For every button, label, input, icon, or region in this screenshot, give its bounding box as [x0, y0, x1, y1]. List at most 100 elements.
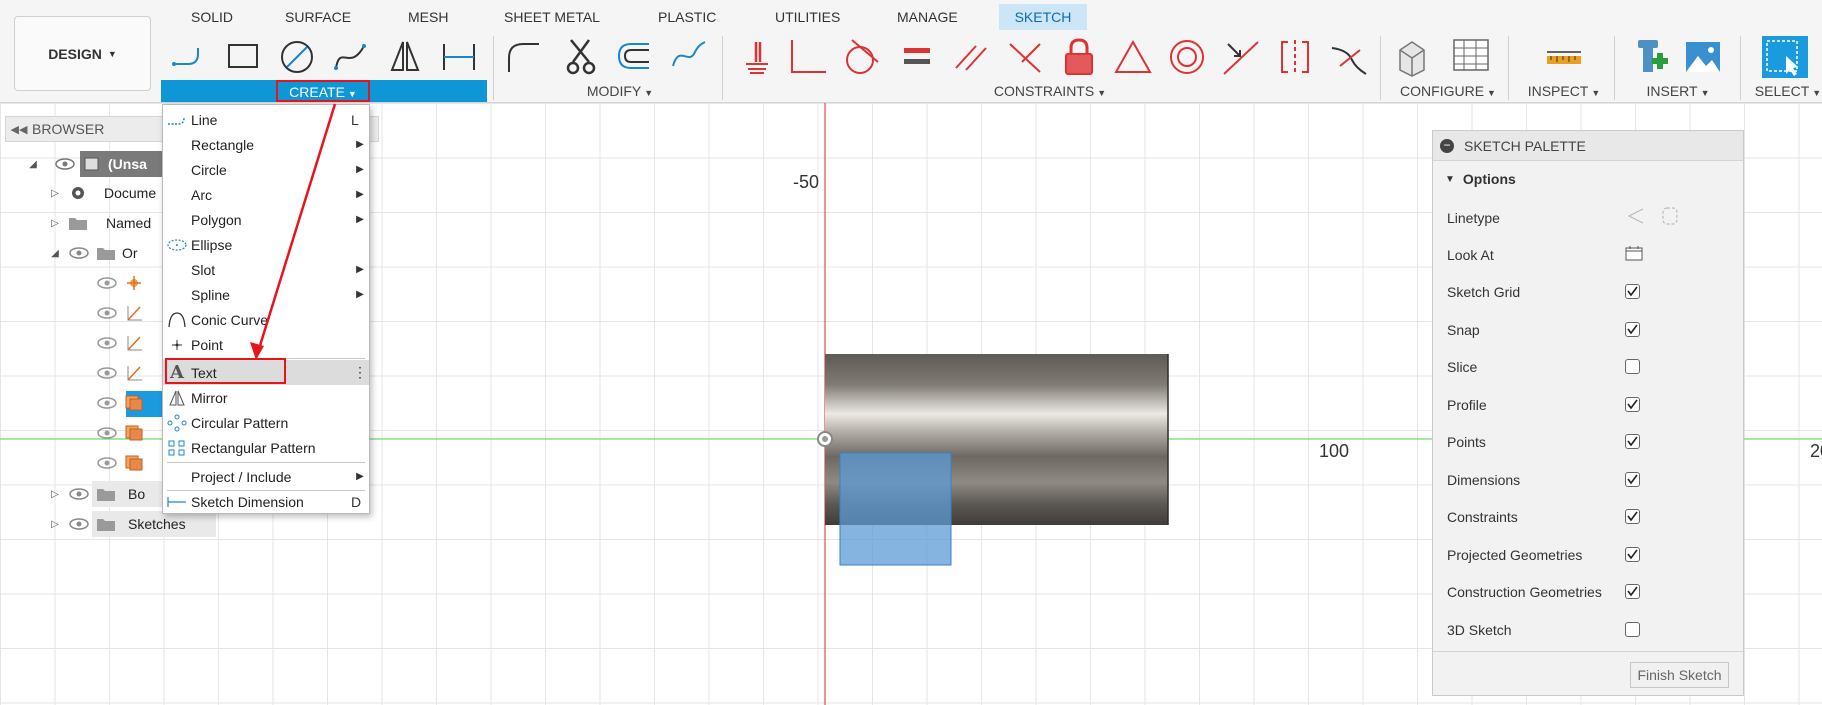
parallel-icon[interactable] — [950, 36, 992, 78]
menu-item-circular-pattern[interactable]: Circular Pattern — [163, 410, 369, 435]
curvature-icon[interactable] — [1328, 36, 1370, 78]
menu-item-sketch-dimension[interactable]: Sketch Dimension D — [163, 489, 369, 514]
configure-table-icon[interactable] — [1450, 36, 1492, 78]
line-icon[interactable] — [168, 36, 210, 78]
dimension-icon[interactable] — [438, 36, 480, 78]
measure-icon[interactable] — [1543, 36, 1585, 78]
tab-surface[interactable]: SURFACE — [275, 4, 361, 30]
insert-derive-icon[interactable] — [1630, 36, 1672, 78]
menu-item-polygon[interactable]: Polygon ▶ — [163, 207, 369, 232]
menu-item-project-include[interactable]: Project / Include ▶ — [163, 464, 369, 489]
options-section-header[interactable]: ▼ Options — [1433, 161, 1743, 197]
configure-menu-button[interactable]: CONFIGURE ▼ — [1392, 80, 1504, 102]
collapse-browser-icon[interactable]: ◀◀ — [6, 123, 32, 136]
tab-manage[interactable]: MANAGE — [887, 4, 968, 30]
menu-item-spline[interactable]: Spline ▶ — [163, 282, 369, 307]
triangle-icon[interactable] — [1112, 36, 1154, 78]
tab-sheet-metal[interactable]: SHEET METAL — [494, 4, 610, 30]
collapsed-triangle-icon[interactable]: ▷ — [48, 489, 62, 500]
browser-origin-plane-row[interactable] — [96, 421, 150, 445]
browser-origin-axis-row[interactable] — [96, 331, 150, 355]
menu-item-point[interactable]: Point — [163, 332, 369, 357]
eye-icon[interactable] — [96, 366, 118, 380]
slice-checkbox[interactable] — [1625, 359, 1640, 374]
menu-item-rectangular-pattern[interactable]: Rectangular Pattern — [163, 435, 369, 460]
extend-icon[interactable] — [667, 36, 709, 78]
browser-root-row[interactable]: ◢ (Unsa — [26, 152, 147, 176]
menu-item-line[interactable]: Line L — [163, 107, 369, 132]
collapsed-triangle-icon[interactable]: ▷ — [48, 218, 62, 229]
symmetry-icon[interactable] — [1274, 36, 1316, 78]
eye-icon[interactable] — [96, 336, 118, 350]
sketch-grid-checkbox[interactable] — [1625, 284, 1640, 299]
insert-menu-button[interactable]: INSERT ▼ — [1630, 80, 1726, 102]
menu-item-rectangle[interactable]: Rectangle ▶ — [163, 132, 369, 157]
mirror-icon[interactable] — [384, 36, 426, 78]
fillet-icon[interactable] — [503, 36, 545, 78]
modify-menu-button[interactable]: MODIFY ▼ — [560, 80, 680, 102]
spline-icon[interactable] — [330, 36, 372, 78]
expanded-triangle-icon[interactable]: ◢ — [26, 159, 40, 170]
browser-row-origin[interactable]: ◢ Or — [48, 241, 137, 265]
collapse-icon[interactable]: − — [1440, 138, 1454, 153]
browser-row-document-settings[interactable]: ▷ Docume — [48, 181, 156, 205]
expanded-triangle-icon[interactable]: ◢ — [48, 248, 62, 259]
eye-icon[interactable] — [96, 306, 118, 320]
linetype-icon[interactable] — [1625, 206, 1681, 229]
select-icon[interactable] — [1762, 36, 1808, 78]
workspace-dropdown[interactable]: DESIGN ▼ — [14, 16, 151, 91]
points-checkbox[interactable] — [1625, 434, 1640, 449]
browser-origin-plane-row[interactable] — [96, 451, 150, 475]
eye-icon[interactable] — [96, 276, 118, 290]
browser-origin-axis-row[interactable] — [96, 361, 150, 385]
tangent-icon[interactable] — [840, 36, 882, 78]
constraints-checkbox[interactable] — [1625, 509, 1640, 524]
tab-sketch[interactable]: SKETCH — [999, 4, 1087, 30]
offset-icon[interactable] — [613, 36, 655, 78]
menu-item-circle[interactable]: Circle ▶ — [163, 157, 369, 182]
eye-icon[interactable] — [68, 246, 90, 260]
tab-plastic[interactable]: PLASTIC — [648, 4, 726, 30]
constraints-menu-button[interactable]: CONSTRAINTS ▼ — [980, 80, 1120, 102]
tab-mesh[interactable]: MESH — [398, 4, 458, 30]
configure-table-icon[interactable] — [1394, 36, 1436, 78]
eye-icon[interactable] — [68, 487, 90, 501]
eye-icon[interactable] — [96, 396, 118, 410]
circle-icon[interactable] — [276, 36, 318, 78]
menu-item-text[interactable]: A Text ⋮ — [163, 360, 369, 385]
perpendicular-icon[interactable] — [786, 36, 828, 78]
profile-checkbox[interactable] — [1625, 397, 1640, 412]
eye-icon[interactable] — [54, 157, 76, 171]
dimensions-checkbox[interactable] — [1625, 472, 1640, 487]
tab-solid[interactable]: SOLID — [181, 4, 243, 30]
collapsed-triangle-icon[interactable]: ▷ — [48, 519, 62, 530]
coincident-icon[interactable] — [1004, 36, 1046, 78]
fix-icon[interactable] — [736, 36, 778, 78]
menu-item-conic-curve[interactable]: Conic Curve — [163, 307, 369, 332]
3d-sketch-checkbox[interactable] — [1625, 622, 1640, 637]
browser-row-named-views[interactable]: ▷ Named — [48, 211, 151, 235]
rectangle-icon[interactable] — [222, 36, 264, 78]
snap-checkbox[interactable] — [1625, 322, 1640, 337]
browser-origin-plane-row[interactable] — [96, 391, 150, 415]
select-menu-button[interactable]: SELECT ▼ — [1750, 80, 1822, 102]
collapsed-triangle-icon[interactable]: ▷ — [48, 188, 62, 199]
browser-origin-point-row[interactable] — [96, 271, 150, 295]
inspect-menu-button[interactable]: INSPECT ▼ — [1518, 80, 1610, 102]
insert-image-icon[interactable] — [1682, 36, 1724, 78]
eye-icon[interactable] — [96, 426, 118, 440]
menu-item-arc[interactable]: Arc ▶ — [163, 182, 369, 207]
finish-sketch-button[interactable]: Finish Sketch — [1630, 662, 1729, 688]
projected-geometries-checkbox[interactable] — [1625, 547, 1640, 562]
menu-item-ellipse[interactable]: Ellipse — [163, 232, 369, 257]
equal-icon[interactable] — [896, 36, 938, 78]
trim-icon[interactable] — [561, 36, 603, 78]
browser-row-sketches[interactable]: ▷ Sketches — [48, 512, 185, 536]
construction-geometries-checkbox[interactable] — [1625, 584, 1640, 599]
browser-origin-axis-row[interactable] — [96, 301, 150, 325]
eye-icon[interactable] — [68, 517, 90, 531]
menu-item-mirror[interactable]: Mirror — [163, 385, 369, 410]
look-at-icon[interactable] — [1625, 245, 1643, 264]
create-menu-button[interactable]: CREATE ▼ — [276, 80, 370, 102]
more-options-icon[interactable]: ⋮ — [351, 364, 369, 381]
